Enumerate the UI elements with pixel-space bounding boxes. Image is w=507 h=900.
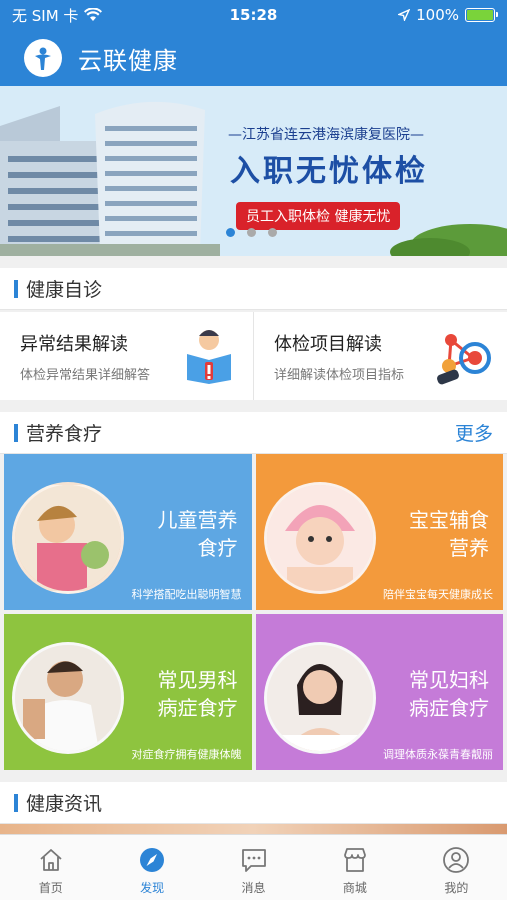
tile-title: 宝宝辅食 营养 (409, 508, 489, 560)
woman-photo (263, 642, 376, 754)
carousel-dot-1[interactable] (226, 228, 235, 237)
tile-title: 儿童营养 食疗 (157, 508, 238, 560)
store-icon (344, 848, 366, 872)
app-header: 云联健康 (0, 30, 507, 86)
tab-label: 发现 (140, 881, 165, 895)
self-diagnosis-header: 健康自诊 (0, 268, 507, 310)
section-title: 营养食疗 (26, 423, 103, 445)
tab-discover[interactable]: 发现 (101, 835, 202, 900)
self-diagnosis-panel: 异常结果解读 体检异常结果详细解答 体检项目解读 详细解读体检项目指标 (0, 312, 507, 400)
tile-title: 常见妇科 病症食疗 (409, 668, 489, 720)
wifi-icon (84, 8, 103, 21)
battery-icon (465, 8, 498, 22)
tile-caption: 陪伴宝宝每天健康成长 (383, 588, 493, 601)
more-link[interactable]: 更多 (455, 419, 493, 446)
nutrition-header: 营养食疗 更多 (0, 412, 507, 454)
section-title: 健康自诊 (26, 279, 103, 301)
child-nutrition-tile[interactable]: 儿童营养 食疗 科学搭配吃出聪明智慧 (4, 454, 252, 610)
tile-caption: 调理体质永葆青春靓丽 (383, 748, 493, 761)
health-news-header: 健康资讯 (0, 782, 507, 824)
carousel-dot-3[interactable] (268, 228, 277, 237)
news-image-peek[interactable] (0, 824, 507, 834)
tile-title: 常见男科 病症食疗 (157, 668, 238, 720)
molecule-icon (437, 334, 491, 385)
section-title: 健康资讯 (26, 793, 103, 815)
section-accent-bar (14, 793, 18, 812)
baby-food-tile[interactable]: 宝宝辅食 营养 陪伴宝宝每天健康成长 (255, 454, 503, 610)
location-arrow-icon (398, 9, 411, 21)
section-accent-bar (14, 423, 18, 442)
carousel-dot-2[interactable] (247, 228, 256, 237)
tab-label: 首页 (38, 881, 63, 895)
carrier-label: 无 SIM 卡 (12, 6, 79, 25)
man-photo (12, 642, 124, 754)
banner-subtitle: —江苏省连云港海滨康复医院— (228, 127, 424, 143)
tile-caption: 对症食疗拥有健康体魄 (131, 748, 242, 761)
message-icon (241, 849, 266, 872)
report-reader-icon (187, 330, 231, 384)
tab-messages[interactable]: 消息 (203, 835, 304, 900)
tab-label: 我的 (444, 881, 469, 895)
status-bar: 无 SIM 卡 15:28 100% (0, 0, 507, 30)
womens-health-tile[interactable]: 常见妇科 病症食疗 调理体质永葆青春靓丽 (255, 614, 503, 770)
profile-icon (443, 847, 470, 873)
abnormal-results-card[interactable]: 异常结果解读 体检异常结果详细解答 (0, 312, 253, 400)
nutrition-grid: 儿童营养 食疗 科学搭配吃出聪明智慧 宝宝辅食 营养 陪伴宝宝每天健康成长 常见男科… (4, 454, 503, 770)
compass-icon (140, 848, 165, 872)
tab-label: 消息 (241, 881, 266, 895)
tab-profile[interactable]: 我的 (406, 835, 507, 900)
exam-items-card[interactable]: 体检项目解读 详细解读体检项目指标 (253, 312, 507, 400)
home-icon (40, 849, 62, 871)
app-title: 云联健康 (78, 46, 178, 75)
banner-title: 入职无忧体检 (230, 154, 428, 189)
baby-photo (263, 482, 376, 594)
tab-home[interactable]: 首页 (0, 835, 101, 900)
mens-health-tile[interactable]: 常见男科 病症食疗 对症食疗拥有健康体魄 (4, 614, 252, 770)
tab-label: 商城 (342, 881, 367, 895)
section-accent-bar (14, 279, 18, 298)
child-photo (12, 482, 124, 594)
promo-banner[interactable]: —江苏省连云港海滨康复医院— 入职无忧体检 员工入职体检 健康无忧 (0, 86, 507, 256)
app-logo (24, 39, 62, 77)
banner-tagline: 员工入职体检 健康无忧 (236, 202, 401, 230)
bottom-tab-bar: 首页 发现 消息 商城 我的 (0, 834, 507, 900)
tile-caption: 科学搭配吃出聪明智慧 (131, 588, 242, 601)
battery-percent: 100% (416, 6, 459, 24)
carousel-dots[interactable] (226, 228, 277, 237)
clock: 15:28 (229, 6, 278, 24)
tab-store[interactable]: 商城 (304, 835, 405, 900)
